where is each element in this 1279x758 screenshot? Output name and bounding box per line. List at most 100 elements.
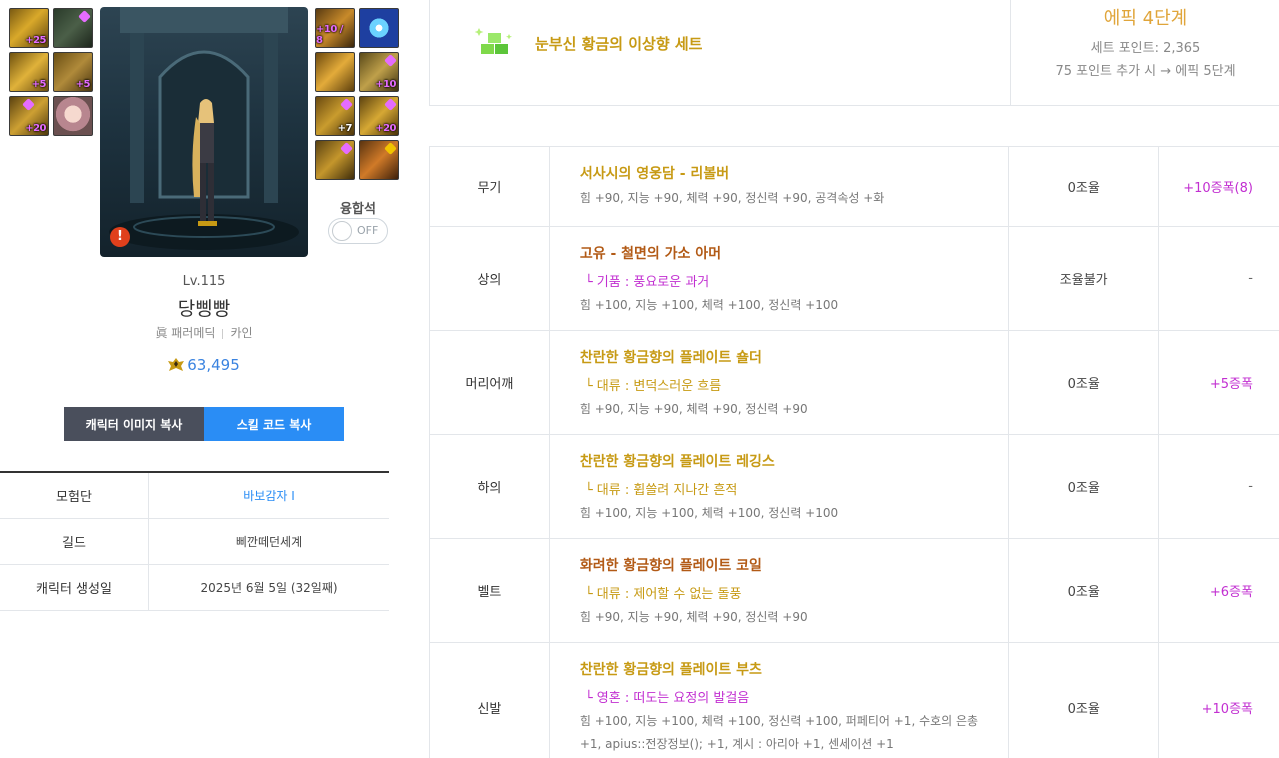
- slot-reinforce-label: +20: [375, 123, 396, 134]
- tune-status: 0조율: [1009, 539, 1160, 642]
- combat-power-value: 63,495: [187, 356, 240, 374]
- slot-reinforce-label: +20: [25, 123, 46, 134]
- set-name: 눈부신 황금의 이상향 세트: [535, 35, 703, 53]
- title-slot[interactable]: [359, 8, 399, 48]
- equip-item-cell: 찬란한 황금향의 플레이트 부츠 └ 영혼 : 떠도는 요정의 발걸음 힘 +1…: [550, 643, 1010, 758]
- gem-icon: [384, 142, 397, 155]
- set-points: 세트 포인트: 2,365: [1090, 41, 1201, 56]
- fusion-stone-toggle[interactable]: OFF: [328, 218, 388, 244]
- tune-status: 0조율: [1009, 147, 1160, 226]
- necklace-slot[interactable]: +10: [359, 52, 399, 92]
- fusion-stone-label: 융합석: [340, 202, 376, 217]
- stone-slot[interactable]: [315, 140, 355, 180]
- earring-slot[interactable]: +20: [359, 96, 399, 136]
- table-row: 머리어깨 찬란한 황금향의 플레이트 숄더 └ 대류 : 변덕스러운 흐름 힘 …: [429, 331, 1279, 435]
- info-row-created: 캐릭터 생성일 2025년 6월 5일 (32일째): [0, 565, 389, 611]
- item-option: └ 대류 : 변덕스러운 흐름: [584, 379, 722, 394]
- item-name[interactable]: 서사시의 영웅담 - 리볼버: [580, 163, 1008, 183]
- item-option: └ 대류 : 휩쓸려 지나간 흔적: [584, 483, 738, 498]
- table-row: 상의 고유 - 철면의 가소 아머 └ 기품 : 풍요로운 과거 힘 +100,…: [429, 227, 1279, 331]
- character-job: 眞 패러메딕: [155, 326, 216, 340]
- weapon-slot[interactable]: +10 / 8: [315, 8, 355, 48]
- set-effect-box: 눈부신 황금의 이상향 세트 에픽 4단계 세트 포인트: 2,365 75 포…: [429, 0, 1279, 106]
- tune-status: 0조율: [1009, 435, 1160, 538]
- power-emblem-icon: [168, 358, 185, 371]
- item-stats: 힘 +100, 지능 +100, 체력 +100, 정신력 +100: [579, 506, 839, 520]
- amplify-status: -: [1248, 479, 1253, 494]
- item-option: └ 기품 : 풍요로운 과거: [584, 275, 710, 290]
- gem-icon: [340, 98, 353, 111]
- table-row: 무기 서사시의 영웅담 - 리볼버 힘 +90, 지능 +90, 체력 +90,…: [429, 147, 1279, 227]
- character-artwork: [109, 7, 299, 250]
- top-slot[interactable]: +5: [53, 52, 93, 92]
- gem-icon: [78, 10, 91, 23]
- character-level: Lv.115: [182, 274, 226, 289]
- bottom-slot[interactable]: +20: [9, 96, 49, 136]
- equip-slot-label: 머리어깨: [430, 331, 550, 434]
- slot-reinforce-label: +10 / 8: [316, 24, 343, 46]
- item-stats: 힘 +90, 지능 +90, 체력 +90, 정신력 +90, 공격속성 +화: [579, 191, 885, 205]
- slot-reinforce-label: +5: [75, 79, 91, 90]
- helmet-slot[interactable]: +25: [9, 8, 49, 48]
- table-row: 신발 찬란한 황금향의 플레이트 부츠 └ 영혼 : 떠도는 요정의 발걸음 힘…: [429, 643, 1279, 758]
- gem-icon: [384, 54, 397, 67]
- equip-item-cell: 찬란한 황금향의 플레이트 레깅스 └ 대류 : 휩쓸려 지나간 흔적 힘 +1…: [550, 435, 1010, 538]
- equip-item-cell: 고유 - 철면의 가소 아머 └ 기품 : 풍요로운 과거 힘 +100, 지능…: [550, 227, 1010, 330]
- info-row-guild: 길드 삐깐떼던세계: [0, 519, 389, 565]
- tune-status: 0조율: [1009, 331, 1160, 434]
- item-name[interactable]: 찬란한 황금향의 플레이트 부츠: [580, 659, 994, 679]
- equip-slot-label: 하의: [430, 435, 550, 538]
- info-key: 모험단: [0, 473, 149, 518]
- character-info-table: 모험단 바보감자 I 길드 삐깐떼던세계 캐릭터 생성일 2025년 6월 5일…: [0, 471, 389, 611]
- cape-slot[interactable]: [53, 8, 93, 48]
- item-name[interactable]: 찬란한 황금향의 플레이트 레깅스: [580, 451, 1008, 471]
- item-option: └ 대류 : 제어할 수 없는 돌풍: [584, 587, 742, 602]
- equip-slot-label: 벨트: [430, 539, 550, 642]
- item-name[interactable]: 화려한 황금향의 플레이트 코일: [580, 555, 1008, 575]
- character-subline: 眞 패러메딕 카인: [100, 324, 308, 341]
- created-date-value: 2025년 6월 5일 (32일째): [200, 581, 338, 595]
- slot-reinforce-label: +25: [25, 35, 46, 46]
- character-server: 카인: [230, 326, 253, 340]
- item-stats: 힘 +90, 지능 +90, 체력 +90, 정신력 +90: [579, 610, 808, 624]
- item-stats: 힘 +100, 지능 +100, 체력 +100, 정신력 +100, 퍼페티어…: [579, 714, 979, 751]
- amplify-status: +5증폭: [1209, 377, 1253, 392]
- amplify-status: -: [1248, 271, 1253, 286]
- amplify-status: +10증폭(8): [1183, 181, 1253, 196]
- warning-icon[interactable]: !: [110, 227, 130, 247]
- gem-icon: [384, 98, 397, 111]
- table-row: 하의 찬란한 황금향의 플레이트 레깅스 └ 대류 : 휩쓸려 지나간 흔적 힘…: [429, 435, 1279, 539]
- item-name[interactable]: 고유 - 철면의 가소 아머: [580, 243, 1008, 263]
- equip-slot-label: 상의: [430, 227, 550, 330]
- equip-item-cell: 찬란한 황금향의 플레이트 숄더 └ 대류 : 변덕스러운 흐름 힘 +90, …: [550, 331, 1010, 434]
- ring-slot[interactable]: +7: [315, 96, 355, 136]
- character-portrait: !: [100, 7, 308, 257]
- slot-reinforce-label: +5: [31, 79, 47, 90]
- pet-slot[interactable]: [53, 96, 93, 136]
- bracelet-slot[interactable]: [315, 52, 355, 92]
- sub-slot[interactable]: [359, 140, 399, 180]
- adventure-group-link[interactable]: 바보감자 I: [149, 473, 389, 518]
- guild-value: 삐깐떼던세계: [235, 535, 303, 549]
- set-next-grade: 75 포인트 추가 시 → 에픽 5단계: [1055, 64, 1236, 79]
- item-name[interactable]: 찬란한 황금향의 플레이트 숄더: [580, 347, 1008, 367]
- copy-character-image-button[interactable]: 캐릭터 이미지 복사: [64, 407, 204, 441]
- copy-skill-code-button[interactable]: 스킬 코드 복사: [204, 407, 344, 441]
- equip-item-cell: 서사시의 영웅담 - 리볼버 힘 +90, 지능 +90, 체력 +90, 정신…: [550, 147, 1010, 226]
- shoulder-slot[interactable]: +5: [9, 52, 49, 92]
- separator: [222, 328, 224, 339]
- character-name: 당삥빵: [177, 298, 231, 320]
- gold-bar-set-icon: [475, 28, 512, 54]
- gem-icon: [22, 98, 35, 111]
- toggle-state-label: OFF: [357, 224, 379, 237]
- equipment-table: 무기 서사시의 영웅담 - 리볼버 힘 +90, 지능 +90, 체력 +90,…: [429, 146, 1279, 758]
- slot-reinforce-label: +10: [375, 79, 396, 90]
- equip-slot-label: 신발: [430, 643, 550, 758]
- info-key: 길드: [0, 519, 149, 564]
- info-row-adventure: 모험단 바보감자 I: [0, 473, 389, 519]
- equip-item-cell: 화려한 황금향의 플레이트 코일 └ 대류 : 제어할 수 없는 돌풍 힘 +9…: [550, 539, 1010, 642]
- toggle-knob: [332, 221, 352, 241]
- item-stats: 힘 +100, 지능 +100, 체력 +100, 정신력 +100: [579, 298, 839, 312]
- info-key: 캐릭터 생성일: [0, 565, 149, 610]
- amplify-status: +6증폭: [1209, 585, 1253, 600]
